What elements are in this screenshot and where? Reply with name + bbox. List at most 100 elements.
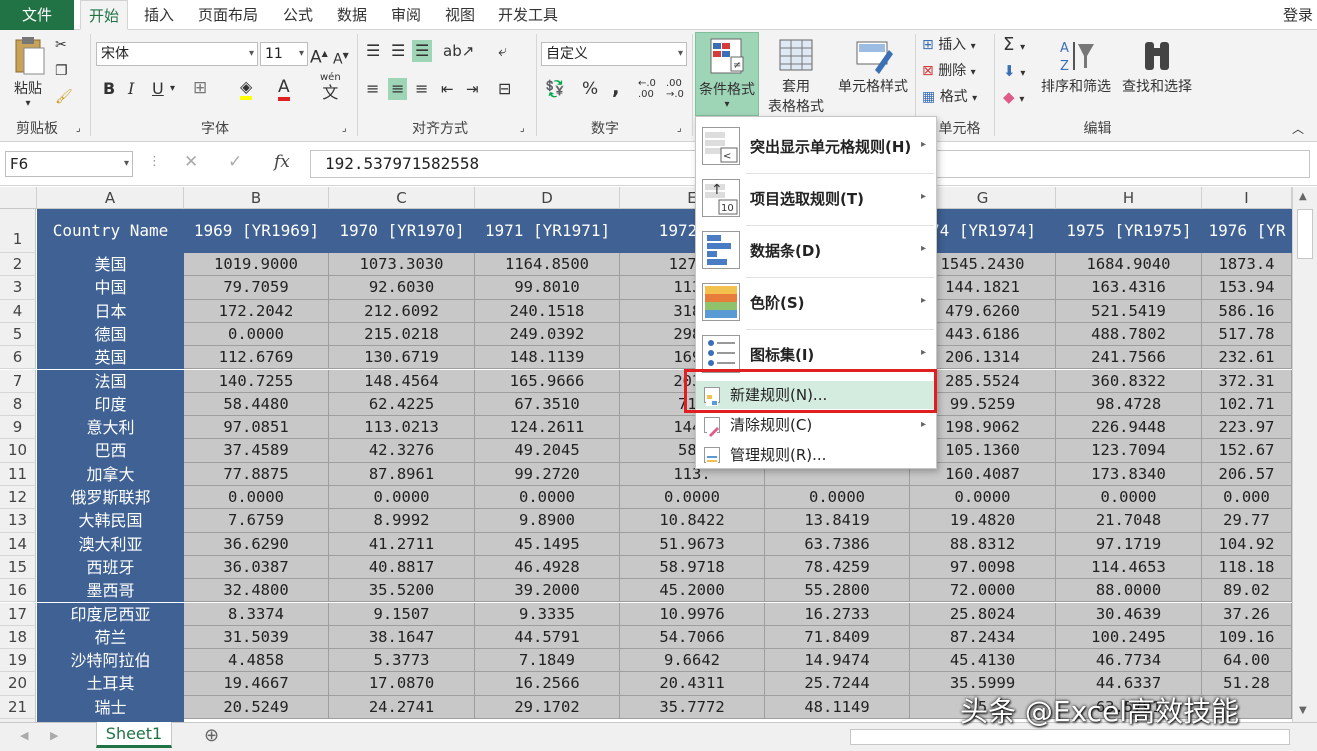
clear-button[interactable]: ◆ ▾ — [1003, 86, 1024, 111]
cut-icon[interactable]: ✂ — [55, 34, 67, 56]
name-box[interactable]: F6 ▾ — [5, 151, 133, 177]
data-cell[interactable]: 49.2045 — [475, 439, 620, 463]
row-header[interactable]: 13 — [0, 509, 36, 533]
next-sheet-icon[interactable]: ▶ — [50, 729, 58, 742]
font-color-icon[interactable]: A — [278, 76, 290, 101]
data-cell[interactable]: 173.8340 — [1056, 462, 1202, 486]
data-cell[interactable]: 113.0213 — [329, 416, 475, 440]
align-right-icon[interactable]: ≡ — [415, 78, 428, 100]
country-name-cell[interactable]: 巴西 — [37, 439, 184, 463]
data-cell[interactable]: 45.4130 — [910, 649, 1056, 673]
row-header[interactable]: 4 — [0, 299, 36, 323]
font-size-combo[interactable]: 11 ▾ — [260, 42, 308, 66]
tab-home[interactable]: 开始 — [80, 0, 128, 30]
data-cell[interactable]: 130.6719 — [329, 346, 475, 370]
data-cell[interactable]: 240.1518 — [475, 299, 620, 323]
data-cell[interactable]: 165.9666 — [475, 369, 620, 393]
sheet-tab-sheet1[interactable]: Sheet1 — [96, 722, 172, 748]
country-name-cell[interactable]: 印度尼西亚 — [37, 602, 184, 626]
data-cell[interactable]: 0.0000 — [329, 486, 475, 510]
country-name-cell[interactable]: 荷兰 — [37, 625, 184, 650]
data-cell[interactable]: 372.31 — [1202, 369, 1292, 393]
data-cell[interactable]: 92.6030 — [329, 276, 475, 300]
data-cell[interactable]: 206.57 — [1202, 462, 1292, 486]
cancel-icon[interactable]: ✕ — [184, 152, 198, 172]
data-cell[interactable]: 148.1139 — [475, 346, 620, 370]
data-cell[interactable]: 40.8817 — [329, 555, 475, 580]
data-cell[interactable]: 25.7244 — [765, 672, 910, 696]
data-cell[interactable]: 4.4858 — [184, 649, 329, 673]
column-header-h[interactable]: H — [1056, 187, 1202, 209]
menu-item-top-bottom-rules[interactable]: ↑ 10 项目选取规则(T) ▸ — [696, 175, 936, 221]
row-header[interactable]: 1 — [0, 209, 36, 253]
data-cell[interactable]: 79.7059 — [184, 276, 329, 300]
data-cell[interactable]: 0.0000 — [184, 486, 329, 510]
row-header[interactable]: 19 — [0, 649, 36, 673]
data-cell[interactable]: 98.4728 — [1056, 392, 1202, 417]
data-cell[interactable]: 5.3773 — [329, 649, 475, 673]
data-cell[interactable]: 8.3374 — [184, 602, 329, 626]
data-cell[interactable]: 88.8312 — [910, 532, 1056, 556]
phonetic-icon[interactable]: wén 文 — [320, 72, 341, 102]
data-cell[interactable]: 215.0218 — [329, 322, 475, 347]
data-cell[interactable]: 123.7094 — [1056, 439, 1202, 463]
data-cell[interactable]: 10.9976 — [620, 602, 765, 626]
paste-button[interactable]: 粘贴 ▾ — [8, 36, 48, 109]
number-format-combo[interactable]: 自定义 ▾ — [541, 42, 687, 66]
data-cell[interactable]: 9.8900 — [475, 509, 620, 533]
copy-icon[interactable]: ❐ — [55, 60, 68, 82]
data-cell[interactable]: 1684.9040 — [1056, 253, 1202, 277]
data-cell[interactable]: 16.2733 — [765, 602, 910, 626]
data-cell[interactable]: 20.5249 — [184, 695, 329, 719]
data-cell[interactable]: 0.000 — [1202, 486, 1292, 510]
data-cell[interactable]: 87.2434 — [910, 625, 1056, 650]
data-cell[interactable]: 0.0000 — [910, 486, 1056, 510]
data-cell[interactable]: 48.1149 — [765, 695, 910, 719]
data-cell[interactable]: 36.6290 — [184, 532, 329, 556]
row-header[interactable]: 12 — [0, 486, 36, 510]
header-cell[interactable]: 1970 [YR1970] — [329, 209, 475, 253]
data-cell[interactable]: 39.2000 — [475, 579, 620, 603]
data-cell[interactable]: 153.94 — [1202, 276, 1292, 300]
country-name-cell[interactable]: 西班牙 — [37, 555, 184, 580]
conditional-format-button[interactable]: ≠ 条件格式 ▾ — [695, 32, 759, 116]
column-header-c[interactable]: C — [329, 187, 475, 209]
row-header[interactable]: 7 — [0, 369, 36, 393]
data-cell[interactable]: 54.7066 — [620, 625, 765, 650]
menu-item-data-bars[interactable]: 数据条(D) ▸ — [696, 227, 936, 273]
country-name-cell[interactable]: 意大利 — [37, 416, 184, 440]
comma-button[interactable]: , — [612, 76, 620, 98]
data-cell[interactable]: 1873.4 — [1202, 253, 1292, 277]
data-cell[interactable]: 0.0000 — [620, 486, 765, 510]
row-header[interactable]: 21 — [0, 695, 36, 719]
data-cell[interactable]: 360.8322 — [1056, 369, 1202, 393]
data-cell[interactable]: 118.18 — [1202, 555, 1292, 580]
data-cell[interactable]: 249.0392 — [475, 322, 620, 347]
percent-button[interactable]: % — [582, 78, 598, 100]
insert-cells-button[interactable]: ⊞ 插入 ▾ — [922, 34, 976, 58]
data-cell[interactable]: 97.0098 — [910, 555, 1056, 580]
chevron-down-icon[interactable]: ▾ — [170, 78, 175, 100]
data-cell[interactable]: 37.4589 — [184, 439, 329, 463]
country-name-cell[interactable]: 印度 — [37, 392, 184, 417]
horizontal-scrollbar[interactable] — [850, 729, 1290, 745]
dialog-launcher-icon[interactable]: ⌟ — [520, 118, 525, 140]
country-name-cell[interactable]: 墨西哥 — [37, 579, 184, 603]
tab-data[interactable]: 数据 — [328, 0, 376, 30]
data-cell[interactable]: 14.9474 — [765, 649, 910, 673]
data-cell[interactable]: 87.8961 — [329, 462, 475, 486]
row-header[interactable]: 20 — [0, 672, 36, 696]
decrease-decimal-icon[interactable]: .00 →.0 — [666, 78, 684, 100]
menu-item-clear-rules[interactable]: 清除规则(C) ▸ — [696, 411, 936, 439]
grow-font-button[interactable]: A▲ — [310, 43, 328, 69]
find-select-button[interactable]: 查找和选择 — [1117, 32, 1197, 96]
data-cell[interactable]: 586.16 — [1202, 299, 1292, 323]
column-header-b[interactable]: B — [184, 187, 329, 209]
data-cell[interactable]: 99.2720 — [475, 462, 620, 486]
row-header[interactable]: 10 — [0, 439, 36, 463]
tab-formulas[interactable]: 公式 — [274, 0, 322, 30]
data-cell[interactable]: 517.78 — [1202, 322, 1292, 347]
row-header[interactable]: 15 — [0, 555, 36, 580]
data-cell[interactable]: 99.8010 — [475, 276, 620, 300]
data-cell[interactable]: 63.7386 — [765, 532, 910, 556]
